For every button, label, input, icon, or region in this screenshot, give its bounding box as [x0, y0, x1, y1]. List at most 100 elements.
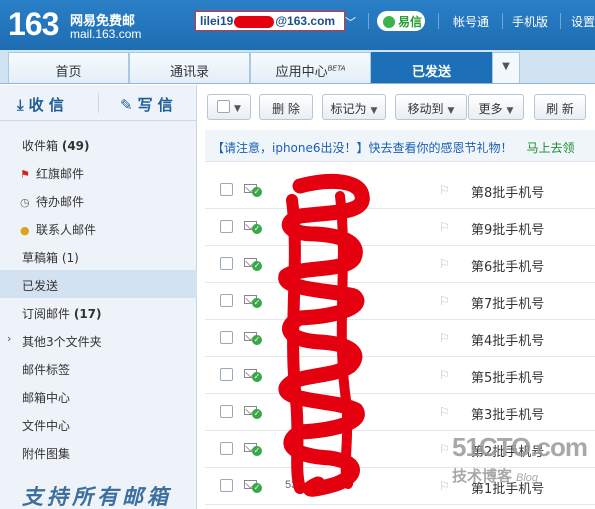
settings-link[interactable]: 设置 — [571, 13, 595, 30]
tab-contacts[interactable]: 通讯录 — [129, 52, 250, 83]
account-suffix: @163.com — [275, 14, 336, 28]
tab-more-button[interactable]: ▼ — [492, 52, 520, 83]
sidebar-item-flagged[interactable]: ⚑ 红旗邮件 — [0, 158, 197, 186]
sidebar-item-tags[interactable]: 邮件标签 — [0, 354, 197, 382]
mail-subject[interactable]: 第9批手机号 — [471, 219, 544, 238]
folder-count: (1) — [61, 251, 79, 265]
row-checkbox[interactable] — [220, 442, 233, 455]
sidebar-item-drafts[interactable]: 草稿箱 (1) — [0, 242, 197, 270]
tab-app-center[interactable]: 应用中心BETA — [250, 52, 371, 83]
sidebar-item-sent[interactable]: 已发送 — [0, 270, 197, 298]
chevron-down-icon[interactable]: ﹀ — [345, 14, 356, 30]
more-dropdown[interactable]: 更多 ▼ — [468, 94, 524, 120]
logo-number[interactable]: 163 — [8, 6, 59, 43]
watermark-tagline-text: 技术博客 — [452, 468, 513, 485]
sidebar-item-file-center[interactable]: 文件中心 — [0, 410, 197, 438]
watermark-site: 51CTO.com — [452, 432, 588, 462]
mail-subject[interactable]: 第4批手机号 — [471, 330, 544, 349]
mobile-link[interactable]: 手机版 — [512, 13, 548, 30]
folder-count: (49) — [61, 139, 90, 153]
mail-subject[interactable]: 第5批手机号 — [471, 367, 544, 386]
flag-icon[interactable]: ⚐ — [439, 220, 450, 234]
delete-label: 删 除 — [272, 102, 300, 116]
folder-label: 已发送 — [22, 279, 59, 293]
notice-message[interactable]: 【请注意，iphone6出没！】快去查看你的感恩节礼物！ — [212, 141, 513, 155]
tab-label: 首页 — [55, 65, 82, 80]
folder-label: 邮箱中心 — [22, 391, 71, 405]
write-button[interactable]: ✎ 写 信 — [120, 94, 173, 115]
receive-label: 收 信 — [28, 96, 64, 114]
row-checkbox[interactable] — [220, 405, 233, 418]
folder-label: 附件图集 — [22, 447, 71, 461]
mail-subject[interactable]: 第7批手机号 — [471, 293, 544, 312]
notice-action-link[interactable]: 马上去领 — [527, 141, 575, 155]
account-prefix: lilei19 — [200, 14, 234, 28]
sent-check-icon: ✓ — [252, 224, 262, 234]
folder-label: 红旗邮件 — [36, 167, 85, 181]
row-checkbox[interactable] — [220, 257, 233, 270]
mail-subject[interactable]: 第6批手机号 — [471, 256, 544, 275]
mail-row[interactable]: ✓ ⚐ 第7批手机号 — [205, 283, 595, 320]
flag-icon[interactable]: ⚐ — [439, 294, 450, 308]
mail-row[interactable]: ✓ ⚐ 第3批手机号 — [205, 394, 595, 431]
yixin-icon — [383, 16, 395, 28]
site-watermark: 51CTO.com 技术博客 Blog — [452, 432, 588, 486]
flag-icon[interactable]: ⚐ — [439, 405, 450, 419]
sent-check-icon: ✓ — [252, 298, 262, 308]
clock-icon: ◷ — [20, 196, 30, 209]
row-checkbox[interactable] — [220, 183, 233, 196]
promo-banner[interactable]: 支持所有邮箱 — [22, 481, 172, 509]
sidebar-item-contacts-mail[interactable]: ● 联系人邮件 — [0, 214, 197, 242]
chevron-right-icon[interactable]: › — [7, 332, 11, 345]
row-checkbox[interactable] — [220, 368, 233, 381]
tab-bar: 首页 通讯录 应用中心BETA 已发送 ▼ — [0, 50, 595, 84]
redaction-mark — [234, 15, 275, 28]
tab-label: 已发送 — [411, 65, 451, 80]
sidebar-item-subscriptions[interactable]: 订阅邮件 (17) — [0, 298, 197, 326]
delete-button[interactable]: 删 除 — [259, 94, 313, 120]
tab-home[interactable]: 首页 — [8, 52, 129, 83]
sidebar-item-other-folders[interactable]: › 其他3个文件夹 — [0, 326, 197, 354]
sidebar-item-todo[interactable]: ◷ 待办邮件 — [0, 186, 197, 214]
mail-row[interactable]: ✓ ⚐ 第4批手机号 — [205, 320, 595, 357]
flag-icon[interactable]: ⚐ — [439, 442, 450, 456]
mail-row[interactable]: ✓ ⚐ 第8批手机号 — [205, 172, 595, 209]
folder-label: 草稿箱 — [22, 251, 59, 265]
row-checkbox[interactable] — [220, 331, 233, 344]
mail-row[interactable]: ✓ ⚐ 第6批手机号 — [205, 246, 595, 283]
refresh-button[interactable]: 刷 新 — [534, 94, 586, 120]
mail-row[interactable]: ✓ ⚐ 第9批手机号 — [205, 209, 595, 246]
notice-banner: 【请注意，iphone6出没！】快去查看你的感恩节礼物！ 马上去领 — [205, 130, 595, 162]
flag-icon[interactable]: ⚐ — [439, 331, 450, 345]
mail-subject[interactable]: 第8批手机号 — [471, 182, 544, 201]
divider — [98, 93, 99, 113]
mail-row[interactable]: ✓ ⚐ 第5批手机号 — [205, 357, 595, 394]
row-checkbox[interactable] — [220, 294, 233, 307]
flag-icon[interactable]: ⚐ — [439, 368, 450, 382]
row-checkbox[interactable] — [220, 479, 233, 492]
sidebar-item-mailbox-center[interactable]: 邮箱中心 — [0, 382, 197, 410]
account-name[interactable]: lilei19 @163.com — [195, 11, 345, 31]
mail-subject[interactable]: 第3批手机号 — [471, 404, 544, 423]
flag-icon[interactable]: ⚐ — [439, 257, 450, 271]
folder-label: 联系人邮件 — [36, 223, 97, 237]
flag-icon[interactable]: ⚐ — [439, 183, 450, 197]
person-icon: ● — [20, 224, 30, 237]
flag-icon[interactable]: ⚐ — [439, 479, 450, 493]
yixin-button[interactable]: 易信 — [377, 11, 425, 31]
sidebar-item-attachments[interactable]: 附件图集 — [0, 438, 197, 466]
watermark-blog: Blog — [516, 472, 539, 484]
row-checkbox[interactable] — [220, 220, 233, 233]
receive-button[interactable]: ⤓ 收 信 — [17, 94, 64, 115]
tab-sent[interactable]: 已发送 — [371, 52, 492, 83]
mark-as-dropdown[interactable]: 标记为 ▼ — [322, 94, 386, 120]
account-link[interactable]: 帐号通 — [453, 13, 489, 30]
logo-url: mail.163.com — [70, 27, 142, 41]
select-all-checkbox[interactable] — [217, 100, 231, 113]
move-to-dropdown[interactable]: 移动到 ▼ — [395, 94, 467, 120]
select-all-dropdown[interactable]: ▼ — [207, 94, 251, 120]
compose-row: ⤓ 收 信 ✎ 写 信 — [0, 85, 197, 121]
sent-check-icon: ✓ — [252, 187, 262, 197]
sidebar-item-inbox[interactable]: 收件箱 (49) — [0, 130, 197, 158]
beta-badge: BETA — [327, 65, 346, 73]
